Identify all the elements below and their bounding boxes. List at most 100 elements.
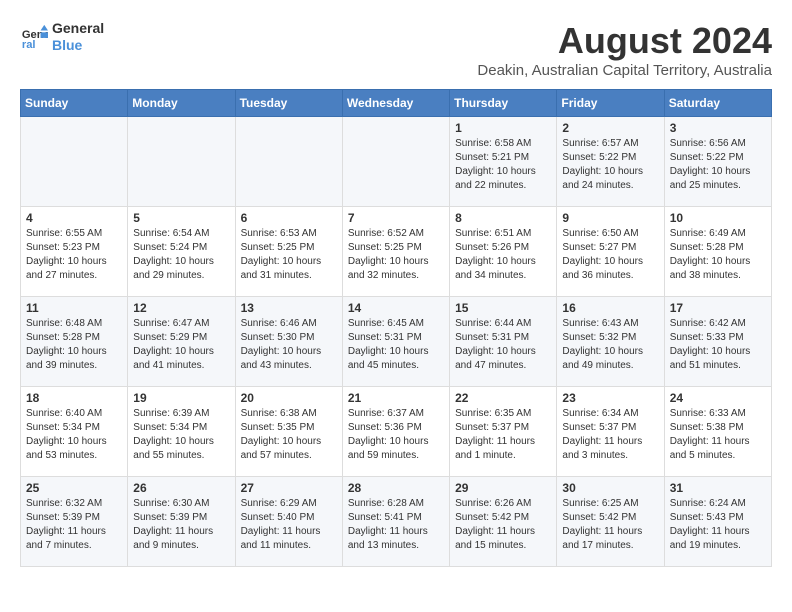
day-info: Sunrise: 6:53 AM Sunset: 5:25 PM Dayligh… (241, 227, 337, 283)
day-info: Sunrise: 6:39 AM Sunset: 5:34 PM Dayligh… (133, 407, 229, 463)
day-number: 5 (133, 211, 229, 225)
day-number: 12 (133, 301, 229, 315)
calendar-cell (128, 117, 235, 207)
calendar-cell: 26Sunrise: 6:30 AM Sunset: 5:39 PM Dayli… (128, 477, 235, 567)
day-number: 28 (348, 481, 444, 495)
day-number: 18 (26, 391, 122, 405)
calendar-cell: 21 Sunrise: 6:37 AM Sunset: 5:36 PM Dayli… (342, 387, 449, 477)
day-info: Sunrise: 6:43 AM Sunset: 5:32 PM Dayligh… (562, 317, 658, 373)
subtitle: Deakin, Australian Capital Territory, Au… (477, 62, 772, 79)
day-info: Sunrise: 6:52 AM Sunset: 5:25 PM Dayligh… (348, 227, 444, 283)
day-info: Sunrise: 6:29 AM Sunset: 5:40 PM Dayligh… (241, 497, 337, 553)
logo-line2: Blue (52, 37, 82, 53)
weekday-header: Saturday (664, 90, 771, 117)
day-number: 31 (670, 481, 766, 495)
weekday-header: Friday (557, 90, 664, 117)
calendar-cell: 24 Sunrise: 6:33 AM Sunset: 5:38 PM Dayli… (664, 387, 771, 477)
calendar-cell: 11 Sunrise: 6:48 AM Sunset: 5:28 PM Dayli… (21, 297, 128, 387)
calendar-cell: 1 Sunrise: 6:58 AM Sunset: 5:21 PM Daylig… (450, 117, 557, 207)
day-info: Sunrise: 6:38 AM Sunset: 5:35 PM Dayligh… (241, 407, 337, 463)
calendar-cell: 15 Sunrise: 6:44 AM Sunset: 5:31 PM Dayli… (450, 297, 557, 387)
calendar-cell: 4 Sunrise: 6:55 AM Sunset: 5:23 PM Daylig… (21, 207, 128, 297)
calendar-cell (235, 117, 342, 207)
day-number: 8 (455, 211, 551, 225)
weekday-header: Wednesday (342, 90, 449, 117)
calendar-cell: 25 Sunrise: 6:32 AM Sunset: 5:39 PM Dayli… (21, 477, 128, 567)
calendar-cell (21, 117, 128, 207)
weekday-header: Tuesday (235, 90, 342, 117)
calendar-week-row: 4 Sunrise: 6:55 AM Sunset: 5:23 PM Daylig… (21, 207, 772, 297)
day-info: Sunrise: 6:45 AM Sunset: 5:31 PM Dayligh… (348, 317, 444, 373)
weekday-header-row: SundayMondayTuesdayWednesdayThursdayFrid… (21, 90, 772, 117)
day-info: Sunrise: 6:44 AM Sunset: 5:31 PM Dayligh… (455, 317, 551, 373)
day-info: Sunrise: 6:49 AM Sunset: 5:28 PM Dayligh… (670, 227, 766, 283)
day-number: 15 (455, 301, 551, 315)
calendar-cell: 16 Sunrise: 6:43 AM Sunset: 5:32 PM Dayli… (557, 297, 664, 387)
day-info: Sunrise: 6:50 AM Sunset: 5:27 PM Dayligh… (562, 227, 658, 283)
calendar-cell: 9 Sunrise: 6:50 AM Sunset: 5:27 PM Daylig… (557, 207, 664, 297)
day-number: 13 (241, 301, 337, 315)
day-info: Sunrise: 6:26 AM Sunset: 5:42 PM Dayligh… (455, 497, 551, 553)
logo: Gene ral General Blue (20, 20, 104, 54)
day-info: Sunrise: 6:34 AM Sunset: 5:37 PM Dayligh… (562, 407, 658, 463)
day-number: 16 (562, 301, 658, 315)
calendar-table: SundayMondayTuesdayWednesdayThursdayFrid… (20, 89, 772, 567)
day-number: 3 (670, 121, 766, 135)
day-info: Sunrise: 6:58 AM Sunset: 5:21 PM Dayligh… (455, 137, 551, 193)
title-area: August 2024 Deakin, Australian Capital T… (477, 20, 772, 79)
day-number: 30 (562, 481, 658, 495)
calendar-cell: 13 Sunrise: 6:46 AM Sunset: 5:30 PM Dayli… (235, 297, 342, 387)
day-number: 2 (562, 121, 658, 135)
day-info: Sunrise: 6:25 AM Sunset: 5:42 PM Dayligh… (562, 497, 658, 553)
day-info: Sunrise: 6:32 AM Sunset: 5:39 PM Dayligh… (26, 497, 122, 553)
day-number: 17 (670, 301, 766, 315)
logo-icon: Gene ral (20, 23, 48, 51)
day-number: 26 (133, 481, 229, 495)
day-number: 11 (26, 301, 122, 315)
day-info: Sunrise: 6:54 AM Sunset: 5:24 PM Dayligh… (133, 227, 229, 283)
calendar-cell: 20Sunrise: 6:38 AM Sunset: 5:35 PM Dayli… (235, 387, 342, 477)
day-number: 9 (562, 211, 658, 225)
day-number: 29 (455, 481, 551, 495)
weekday-header: Thursday (450, 90, 557, 117)
day-number: 21 (348, 391, 444, 405)
calendar-cell: 14Sunrise: 6:45 AM Sunset: 5:31 PM Dayli… (342, 297, 449, 387)
day-info: Sunrise: 6:42 AM Sunset: 5:33 PM Dayligh… (670, 317, 766, 373)
day-number: 1 (455, 121, 551, 135)
calendar-cell: 5 Sunrise: 6:54 AM Sunset: 5:24 PM Daylig… (128, 207, 235, 297)
day-number: 23 (562, 391, 658, 405)
calendar-cell: 19 Sunrise: 6:39 AM Sunset: 5:34 PM Dayli… (128, 387, 235, 477)
weekday-header: Sunday (21, 90, 128, 117)
calendar-week-row: 11 Sunrise: 6:48 AM Sunset: 5:28 PM Dayli… (21, 297, 772, 387)
day-info: Sunrise: 6:37 AM Sunset: 5:36 PM Dayligh… (348, 407, 444, 463)
day-number: 24 (670, 391, 766, 405)
day-info: Sunrise: 6:33 AM Sunset: 5:38 PM Dayligh… (670, 407, 766, 463)
calendar-cell: 30 Sunrise: 6:25 AM Sunset: 5:42 PM Dayli… (557, 477, 664, 567)
weekday-header: Monday (128, 90, 235, 117)
calendar-cell: 6 Sunrise: 6:53 AM Sunset: 5:25 PM Daylig… (235, 207, 342, 297)
day-number: 22 (455, 391, 551, 405)
day-number: 6 (241, 211, 337, 225)
header: Gene ral General Blue August 2024 Deakin… (20, 20, 772, 79)
calendar-cell: 31Sunrise: 6:24 AM Sunset: 5:43 PM Dayli… (664, 477, 771, 567)
day-info: Sunrise: 6:35 AM Sunset: 5:37 PM Dayligh… (455, 407, 551, 463)
day-info: Sunrise: 6:46 AM Sunset: 5:30 PM Dayligh… (241, 317, 337, 373)
day-number: 7 (348, 211, 444, 225)
day-number: 4 (26, 211, 122, 225)
day-number: 19 (133, 391, 229, 405)
calendar-cell: 23 Sunrise: 6:34 AM Sunset: 5:37 PM Dayli… (557, 387, 664, 477)
day-number: 25 (26, 481, 122, 495)
calendar-cell: 18 Sunrise: 6:40 AM Sunset: 5:34 PM Dayli… (21, 387, 128, 477)
main-title: August 2024 (477, 20, 772, 62)
day-info: Sunrise: 6:48 AM Sunset: 5:28 PM Dayligh… (26, 317, 122, 373)
day-info: Sunrise: 6:28 AM Sunset: 5:41 PM Dayligh… (348, 497, 444, 553)
day-info: Sunrise: 6:57 AM Sunset: 5:22 PM Dayligh… (562, 137, 658, 193)
calendar-cell: 27Sunrise: 6:29 AM Sunset: 5:40 PM Dayli… (235, 477, 342, 567)
calendar-week-row: 18 Sunrise: 6:40 AM Sunset: 5:34 PM Dayli… (21, 387, 772, 477)
calendar-cell: 28 Sunrise: 6:28 AM Sunset: 5:41 PM Dayli… (342, 477, 449, 567)
day-info: Sunrise: 6:40 AM Sunset: 5:34 PM Dayligh… (26, 407, 122, 463)
day-info: Sunrise: 6:55 AM Sunset: 5:23 PM Dayligh… (26, 227, 122, 283)
calendar-cell: 17 Sunrise: 6:42 AM Sunset: 5:33 PM Dayli… (664, 297, 771, 387)
svg-text:ral: ral (22, 39, 36, 51)
calendar-cell: 2 Sunrise: 6:57 AM Sunset: 5:22 PM Daylig… (557, 117, 664, 207)
